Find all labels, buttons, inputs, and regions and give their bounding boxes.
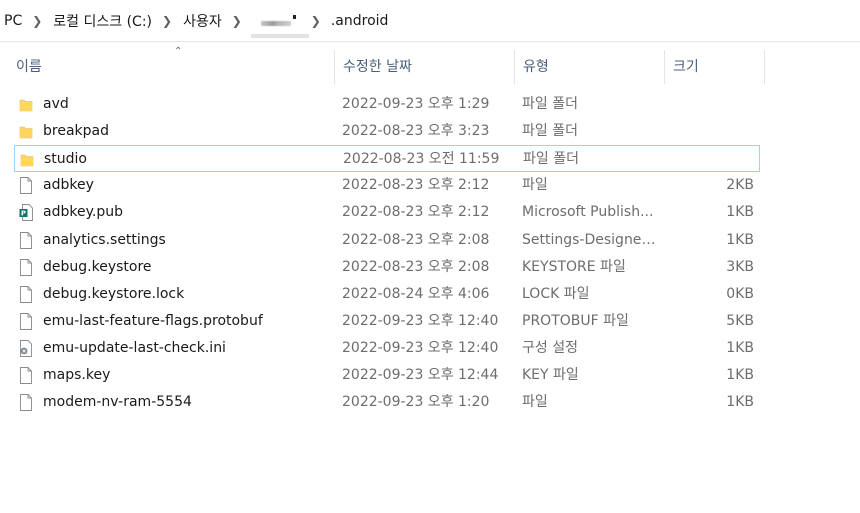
file-name: studio [44, 151, 87, 168]
file-name: breakpad [43, 123, 109, 140]
file-modified-date: 2022-09-23 오후 12:40 [342, 339, 499, 356]
file-icon [19, 285, 33, 303]
file-name: avd [43, 96, 69, 112]
chevron-right-icon[interactable]: ❯ [32, 14, 42, 28]
address-bar[interactable]: PC ❯ 로컬 디스크 (C:) ❯ 사용자 ❯ ❯ .android [0, 0, 860, 42]
file-type: KEY 파일 [522, 367, 579, 383]
file-size: 5KB [726, 312, 754, 329]
chevron-right-icon[interactable]: ❯ [311, 14, 321, 28]
file-modified-date: 2022-09-23 오후 1:29 [342, 96, 490, 112]
column-header-type[interactable]: 유형 [515, 50, 665, 84]
file-modified-date: 2022-08-23 오후 2:08 [342, 258, 490, 275]
file-type: Settings-Designer... [522, 231, 657, 248]
file-type: 파일 폴더 [523, 151, 579, 168]
file-size: 1KB [726, 394, 754, 411]
file-name: debug.keystore.lock [43, 285, 185, 302]
file-row-adbkey[interactable]: adbkey 2022-08-23 오후 2:12 파일 2KB [14, 172, 760, 199]
file-type: 파일 [522, 177, 548, 194]
column-header-name[interactable]: ⌃ 이름 [8, 46, 335, 84]
file-type: 파일 폴더 [522, 123, 578, 140]
file-row-emu-last-feature-flags-protobuf[interactable]: emu-last-feature-flags.protobuf 2022-09-2… [14, 308, 760, 335]
file-size: 3KB [726, 258, 754, 275]
file-name: emu-last-feature-flags.protobuf [43, 312, 263, 329]
breadcrumb-users[interactable]: 사용자 [183, 11, 222, 31]
file-size: 1KB [726, 367, 754, 383]
file-size [665, 146, 755, 171]
file-type: KEYSTORE 파일 [522, 258, 626, 275]
file-modified-date: 2022-09-23 오후 1:20 [342, 394, 490, 411]
publisher-file-icon: P [19, 204, 33, 222]
sort-up-icon: ⌃ [174, 46, 183, 57]
file-modified-date: 2022-09-23 오후 12:44 [342, 367, 499, 383]
file-name: adbkey.pub [43, 204, 123, 221]
file-row-adbkey-pub[interactable]: Padbkey.pub 2022-08-23 오후 2:12 Microsoft P… [14, 199, 760, 226]
file-size [664, 118, 754, 143]
breadcrumb-current-folder[interactable]: .android [331, 13, 389, 29]
file-type: PROTOBUF 파일 [522, 312, 629, 329]
file-type: 파일 폴더 [522, 96, 578, 112]
file-size: 1KB [726, 231, 754, 248]
file-size [664, 91, 754, 116]
column-header-row: ⌃ 이름 수정한 날짜 유형 크기 [0, 46, 860, 84]
file-type: Microsoft Publish... [522, 204, 654, 221]
breadcrumb-redacted-user[interactable] [250, 12, 309, 38]
file-icon [19, 258, 33, 276]
file-modified-date: 2022-08-23 오후 2:08 [342, 231, 490, 248]
folder-icon [19, 96, 33, 113]
file-type: 파일 [522, 394, 548, 411]
file-name: adbkey [43, 177, 94, 194]
file-modified-date: 2022-08-24 오후 4:06 [342, 285, 490, 302]
file-icon [19, 177, 33, 195]
file-modified-date: 2022-08-23 오전 11:59 [343, 151, 500, 168]
file-row-studio[interactable]: studio 2022-08-23 오전 11:59 파일 폴더 [14, 145, 760, 173]
file-size: 0KB [726, 285, 754, 302]
file-name: analytics.settings [43, 231, 166, 248]
file-row-maps-key[interactable]: maps.key 2022-09-23 오후 12:44 KEY 파일 1KB [14, 362, 760, 389]
file-size: 1KB [726, 204, 754, 221]
file-icon [19, 312, 33, 330]
file-name: modem-nv-ram-5554 [43, 394, 192, 411]
file-row-debug-keystore[interactable]: debug.keystore 2022-08-23 오후 2:08 KEYSTORE… [14, 254, 760, 281]
file-name: maps.key [43, 367, 111, 383]
file-icon [19, 394, 33, 412]
file-row-breakpad[interactable]: breakpad 2022-08-23 오후 3:23 파일 폴더 [14, 118, 760, 145]
file-modified-date: 2022-08-23 오후 2:12 [342, 204, 490, 221]
file-icon [19, 367, 33, 384]
column-header-date[interactable]: 수정한 날짜 [335, 50, 515, 84]
column-header-size[interactable]: 크기 [665, 50, 765, 84]
file-type: LOCK 파일 [522, 285, 590, 302]
folder-icon [19, 123, 33, 140]
chevron-right-icon[interactable]: ❯ [162, 14, 172, 28]
file-size: 1KB [726, 339, 754, 356]
file-name: emu-update-last-check.ini [43, 339, 226, 356]
svg-text:P: P [21, 210, 26, 218]
file-size: 2KB [726, 177, 754, 194]
file-row-emu-update-last-check-ini[interactable]: emu-update-last-check.ini 2022-09-23 오후 1… [14, 335, 760, 362]
config-file-icon [19, 339, 33, 357]
folder-icon [20, 151, 34, 168]
breadcrumb-local-disk[interactable]: 로컬 디스크 (C:) [53, 11, 152, 31]
breadcrumb-pc[interactable]: PC [4, 13, 22, 29]
file-name: debug.keystore [43, 258, 152, 275]
file-type: 구성 설정 [522, 339, 578, 356]
file-row-debug-keystore-lock[interactable]: debug.keystore.lock 2022-08-24 오후 4:06 LOC… [14, 281, 760, 308]
chevron-right-icon[interactable]: ❯ [232, 14, 242, 28]
file-modified-date: 2022-08-23 오후 3:23 [342, 123, 490, 140]
file-row-modem-nv-ram-5554[interactable]: modem-nv-ram-5554 2022-09-23 오후 1:20 파일 1KB [14, 389, 760, 416]
file-modified-date: 2022-08-23 오후 2:12 [342, 177, 490, 194]
file-row-analytics-settings[interactable]: analytics.settings 2022-08-23 오후 2:08 Sett… [14, 227, 760, 254]
file-row-avd[interactable]: avd 2022-09-23 오후 1:29 파일 폴더 [14, 91, 760, 118]
file-modified-date: 2022-09-23 오후 12:40 [342, 312, 499, 329]
file-icon [19, 231, 33, 249]
